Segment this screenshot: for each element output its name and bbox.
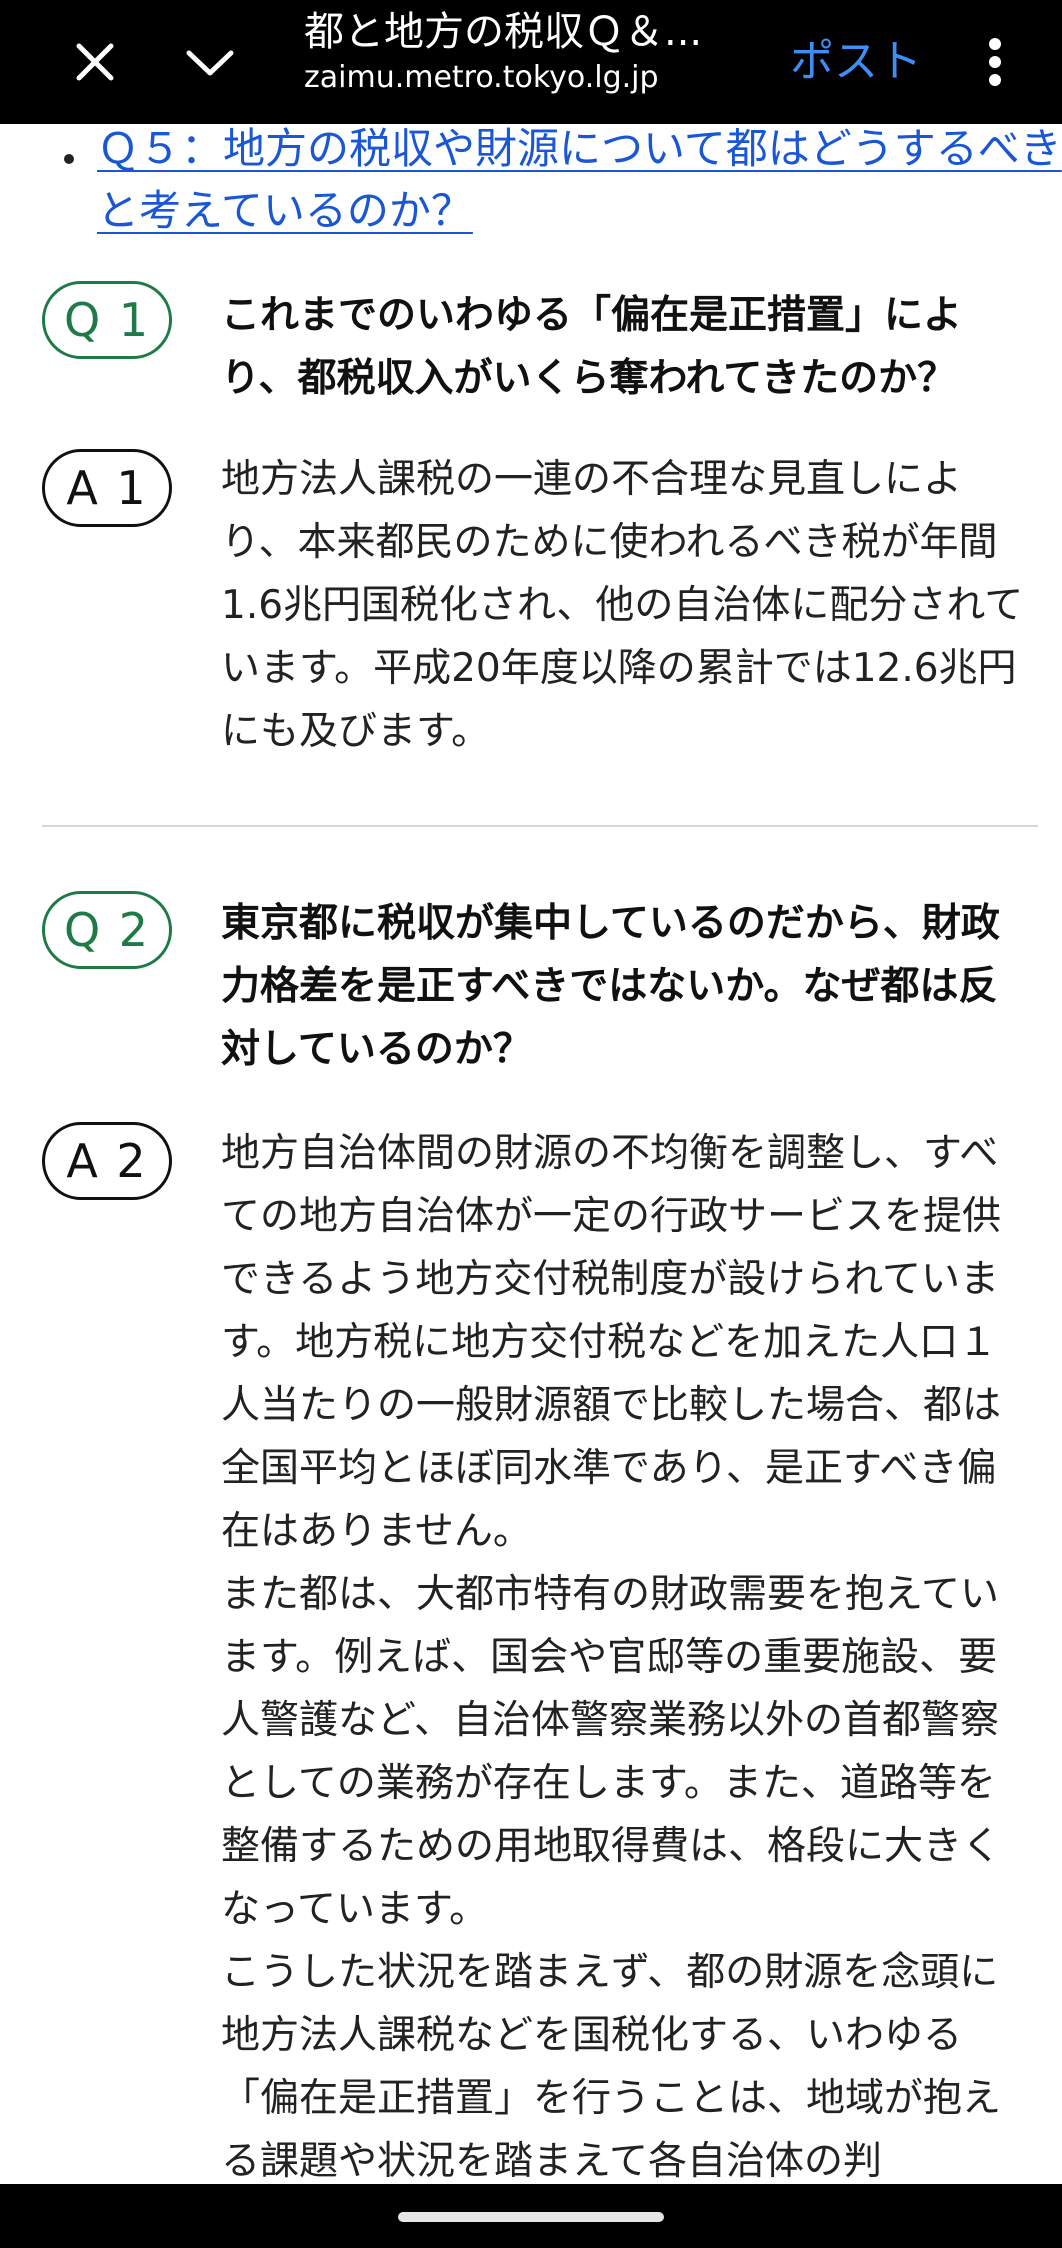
- page-title: 都と地方の税収Ｑ＆...: [304, 9, 703, 55]
- question-badge: Q 2: [42, 891, 172, 969]
- post-button[interactable]: ポスト: [790, 22, 922, 102]
- page-url: zaimu.metro.tokyo.lg.jp: [304, 60, 659, 95]
- home-gesture-handle[interactable]: [398, 2212, 664, 2222]
- bullet-icon: [64, 154, 74, 164]
- answer-paragraph: また都は、大都市特有の財政需要を抱えています。例えば、国会や官邸等の重要施設、要…: [221, 1572, 1002, 1932]
- answer-badge: A 1: [42, 449, 172, 527]
- system-navigation-bar: [0, 2184, 1062, 2248]
- close-button[interactable]: [55, 22, 135, 102]
- answer-badge: A 2: [42, 1122, 172, 1200]
- more-vert-icon: [989, 38, 1001, 86]
- answer-paragraph: 地方自治体間の財源の不均衡を調整し、すべての地方自治体が一定の行政サービスを提供…: [221, 1131, 1002, 1554]
- answer-text: 地方法人課税の一連の不合理な見直しにより、本来都民のために使われるべき税が年間1…: [221, 457, 1024, 754]
- collapse-button[interactable]: [170, 22, 250, 102]
- close-icon: [76, 43, 114, 81]
- divider: [42, 825, 1038, 827]
- answer-paragraph: こうした状況を踏まえず、都の財源を念頭に地方法人課税などを国税化する、いわゆる「…: [221, 1950, 1002, 2184]
- browser-toolbar: 都と地方の税収Ｑ＆... zaimu.metro.tokyo.lg.jp ポスト: [0, 0, 1062, 124]
- page-content: Ｑ５：地方の税収や財源について都はどうするべきと考えているのか？ Q 1 これま…: [0, 124, 1062, 2184]
- toc-link-q5[interactable]: Ｑ５：地方の税収や財源について都はどうするべきと考えているのか？: [97, 124, 1062, 242]
- question-text: 東京都に税収が集中しているのだから、財政力格差を是正すべきではないか。なぜ都は反…: [221, 901, 1000, 1072]
- chevron-down-icon: [186, 50, 234, 76]
- question-text: これまでのいわゆる「偏在是正措置」により、都税収入がいくら奪われてきたのか？: [221, 293, 963, 401]
- more-options-button[interactable]: [970, 22, 1020, 102]
- question-badge: Q 1: [42, 281, 172, 359]
